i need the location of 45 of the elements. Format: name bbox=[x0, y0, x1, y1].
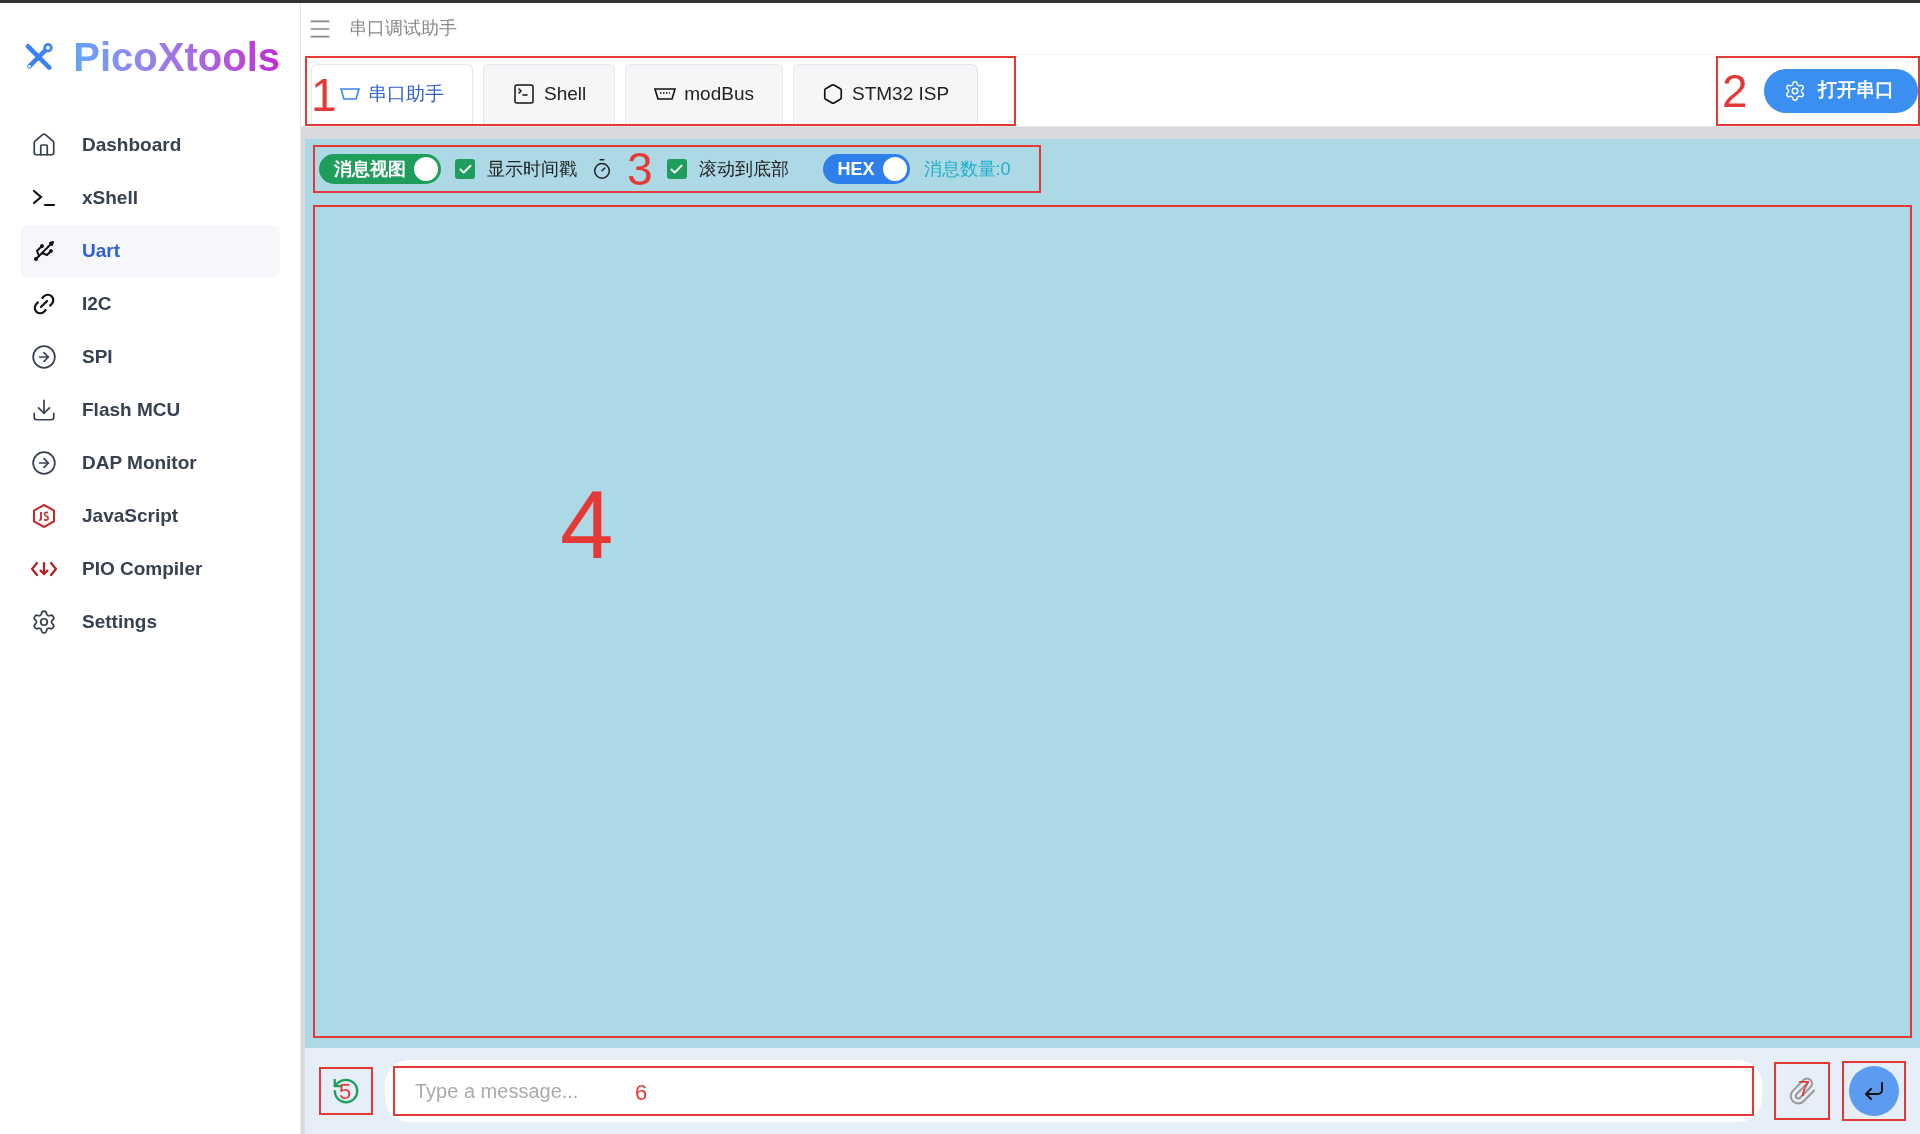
settings-icon bbox=[31, 609, 57, 635]
annotation-number: 5 bbox=[339, 1081, 352, 1103]
page-title: 串口调试助手 bbox=[349, 17, 457, 40]
sidebar-item[interactable]: JavaScript bbox=[20, 490, 280, 542]
port-icon bbox=[340, 87, 360, 101]
annotation-number: 4 bbox=[560, 477, 614, 573]
tab[interactable]: modBus bbox=[625, 63, 783, 124]
hexagon-icon bbox=[821, 83, 844, 105]
paperclip-icon[interactable] bbox=[1787, 1076, 1817, 1106]
prompt-icon bbox=[32, 189, 56, 207]
sidebar-item[interactable]: Flash MCU bbox=[20, 384, 280, 436]
sidebar-item[interactable]: Uart bbox=[20, 225, 280, 277]
tab[interactable]: STM32 ISP bbox=[792, 63, 979, 124]
usb-icon bbox=[32, 239, 56, 263]
timer-icon bbox=[591, 158, 613, 180]
tab[interactable]: Shell bbox=[483, 63, 616, 124]
sidebar-item[interactable]: xShell bbox=[20, 172, 280, 224]
checkbox[interactable]: 滚动到底部 bbox=[666, 155, 789, 183]
annotation-number: 2 bbox=[1722, 67, 1748, 114]
sidebar-item[interactable]: PIO Compiler bbox=[20, 543, 280, 595]
annotation-number: 3 bbox=[627, 146, 653, 192]
gear-icon bbox=[1784, 79, 1806, 102]
download-icon bbox=[31, 397, 57, 423]
sidebar-item[interactable]: SPI bbox=[20, 331, 280, 383]
js-hexagon-icon bbox=[33, 504, 55, 528]
annotation-number: 7 bbox=[1798, 1078, 1811, 1100]
send-button[interactable] bbox=[1849, 1066, 1899, 1116]
annotation-number: 6 bbox=[635, 1082, 648, 1104]
arrow-circle-icon bbox=[31, 344, 57, 370]
sidebar-item[interactable]: DAP Monitor bbox=[20, 437, 280, 489]
enter-icon bbox=[1862, 1079, 1886, 1103]
message-input[interactable]: Type a message... 6 bbox=[393, 1066, 1754, 1116]
toggle-switch[interactable]: HEX bbox=[822, 154, 910, 184]
terminal-icon bbox=[512, 82, 536, 106]
sidebar-item[interactable]: Settings bbox=[20, 596, 280, 648]
port-icon bbox=[654, 88, 677, 100]
sidebar-item[interactable]: I2C bbox=[20, 278, 280, 330]
sidebar-item[interactable]: Dashboard bbox=[20, 119, 280, 171]
annotation-number: 1 bbox=[311, 71, 337, 118]
checkbox[interactable]: 显示时间戳 bbox=[455, 155, 577, 183]
history-icon[interactable] bbox=[331, 1076, 361, 1106]
home-icon bbox=[31, 132, 57, 158]
arrow-circle-icon bbox=[31, 450, 57, 476]
code-download-icon bbox=[31, 560, 57, 578]
message-count: 消息数量:0 bbox=[923, 157, 1011, 181]
